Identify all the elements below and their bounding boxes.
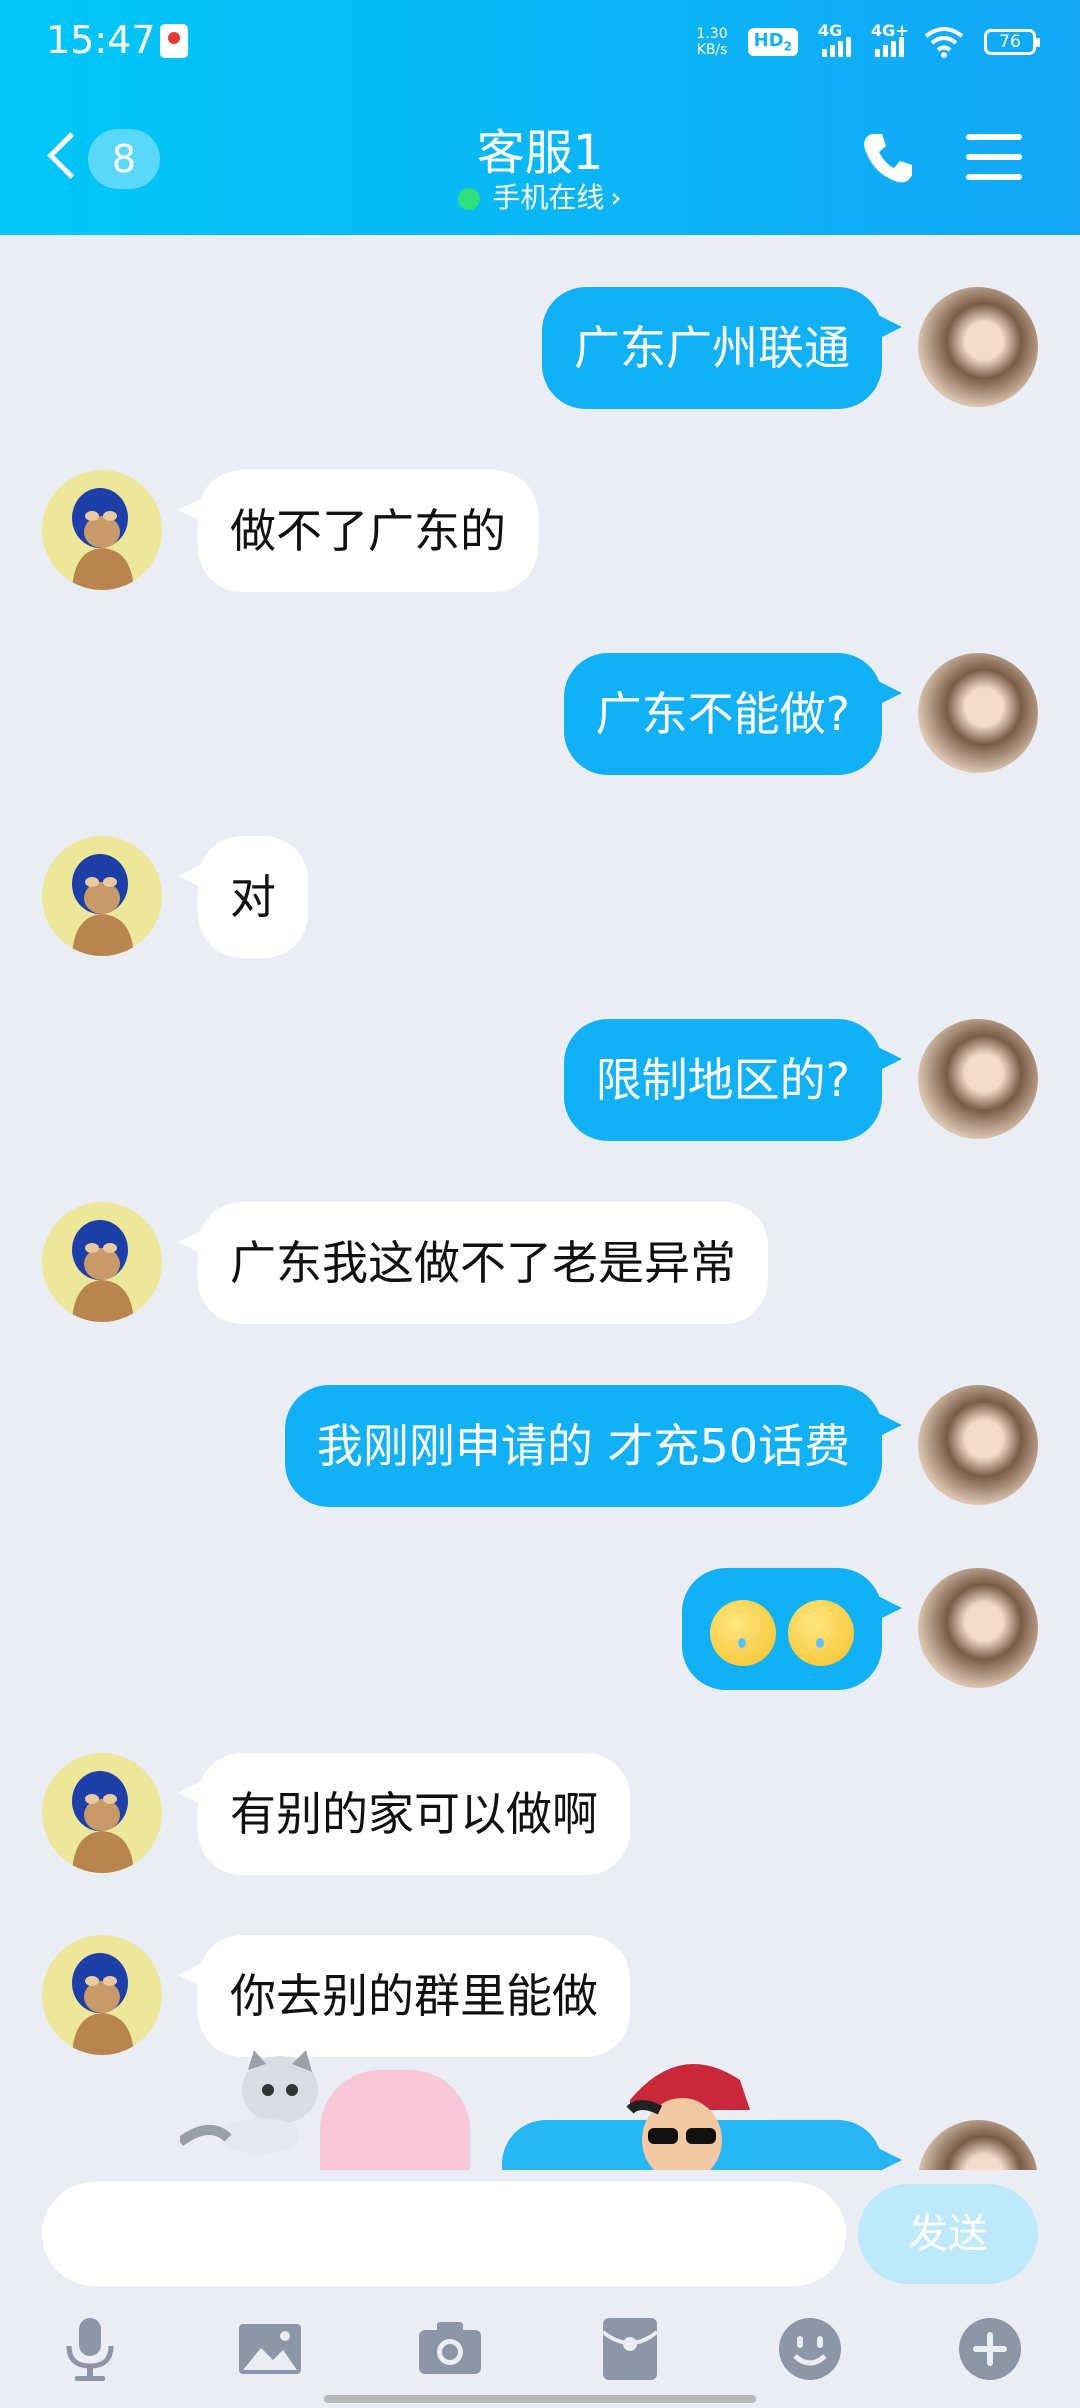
signal-icon-2: 4G+ bbox=[871, 21, 909, 57]
sweat-emoji-icon bbox=[710, 1599, 776, 1666]
user-avatar[interactable] bbox=[918, 653, 1038, 773]
hd-icon: HD2 bbox=[747, 28, 798, 56]
network-speed-unit: KB/s bbox=[696, 42, 728, 58]
ape-avatar-icon bbox=[42, 470, 162, 590]
online-status[interactable]: 手机在线 › bbox=[0, 176, 1080, 216]
agent-avatar[interactable] bbox=[42, 1202, 162, 1322]
menu-icon[interactable] bbox=[966, 132, 1022, 182]
emoji-icon[interactable] bbox=[775, 2314, 845, 2384]
home-indicator[interactable] bbox=[324, 2395, 756, 2403]
user-avatar[interactable] bbox=[918, 1019, 1038, 1139]
message-row: 广东不能做? bbox=[0, 653, 1080, 793]
agent-avatar[interactable] bbox=[42, 1935, 162, 2055]
send-button[interactable]: 发送 bbox=[858, 2184, 1038, 2284]
message-bubble-received[interactable]: 有别的家可以做啊 bbox=[178, 1753, 630, 1875]
message-row: 做不了广东的 bbox=[0, 470, 1080, 610]
message-bubble-received[interactable]: 广东我这做不了老是异常 bbox=[178, 1202, 768, 1324]
message-input[interactable] bbox=[42, 2182, 846, 2286]
boy-sticker-icon bbox=[626, 2064, 750, 2182]
cat-sticker-icon bbox=[180, 2050, 318, 2154]
network-speed: 1.30 KB/s bbox=[696, 26, 727, 58]
phone-icon[interactable] bbox=[858, 128, 918, 188]
sticker-decoration bbox=[180, 2040, 940, 2190]
microphone-icon[interactable] bbox=[55, 2314, 125, 2384]
sweat-emoji-icon bbox=[788, 1599, 854, 1666]
message-bubble-sent[interactable] bbox=[682, 1568, 902, 1690]
agent-avatar[interactable] bbox=[42, 470, 162, 590]
camera-icon[interactable] bbox=[415, 2314, 485, 2384]
plus-icon[interactable] bbox=[955, 2314, 1025, 2384]
message-bubble-sent[interactable]: 限制地区的? bbox=[563, 1019, 903, 1141]
user-avatar[interactable] bbox=[918, 1568, 1038, 1688]
status-bar: 15:47 1.30 KB/s HD2 4G 4G+ 76 bbox=[0, 0, 1080, 80]
status-icons: 1.30 KB/s HD2 4G 4G+ 76 bbox=[696, 20, 1040, 64]
chat-header: 15:47 1.30 KB/s HD2 4G 4G+ 76 8 客服1 手机在线… bbox=[0, 0, 1080, 235]
signal-icon-1: 4G bbox=[818, 21, 851, 57]
signal-1-label: 4G bbox=[818, 21, 843, 40]
online-status-label: 手机在线 bbox=[492, 181, 605, 214]
message-bubble-received[interactable]: 你去别的群里能做 bbox=[178, 1935, 630, 2057]
message-row bbox=[0, 1568, 1080, 1708]
agent-avatar[interactable] bbox=[42, 1753, 162, 1873]
message-row: 限制地区的? bbox=[0, 1019, 1080, 1159]
message-row: 广东广州联通 bbox=[0, 287, 1080, 427]
message-bubble-sent[interactable]: 广东广州联通 bbox=[542, 287, 902, 409]
red-packet-icon[interactable] bbox=[595, 2314, 665, 2384]
message-bubble-received[interactable]: 对 bbox=[178, 836, 308, 958]
chat-area[interactable]: 广东广州联通 做不了广东的 广东不能做? 对 限制地区的? 广东我这做不了老是异… bbox=[0, 235, 1080, 2185]
input-bar: 发送 bbox=[0, 2170, 1080, 2290]
battery-icon: 76 bbox=[984, 29, 1040, 55]
signal-2-label: 4G+ bbox=[871, 21, 909, 40]
ape-avatar-icon bbox=[42, 1753, 162, 1873]
user-avatar[interactable] bbox=[918, 1385, 1038, 1505]
message-row: 对 bbox=[0, 836, 1080, 976]
page-title: 客服1 bbox=[476, 125, 604, 181]
notification-icon bbox=[160, 24, 188, 58]
user-avatar[interactable] bbox=[918, 287, 1038, 407]
network-speed-value: 1.30 bbox=[696, 26, 728, 42]
ape-avatar-icon bbox=[42, 836, 162, 956]
online-dot-icon bbox=[458, 188, 481, 210]
ape-avatar-icon bbox=[42, 1935, 162, 2055]
agent-avatar[interactable] bbox=[42, 836, 162, 956]
message-bubble-sent[interactable]: 广东不能做? bbox=[563, 653, 903, 775]
message-row: 广东我这做不了老是异常 bbox=[0, 1202, 1080, 1342]
message-bubble-sent[interactable]: 我刚刚申请的 才充50话费 bbox=[284, 1385, 903, 1507]
message-row: 有别的家可以做啊 bbox=[0, 1753, 1080, 1893]
message-bubble-received[interactable]: 做不了广东的 bbox=[178, 470, 538, 592]
ape-avatar-icon bbox=[42, 1202, 162, 1322]
hd-sub: 2 bbox=[783, 39, 792, 54]
hd-label: HD bbox=[753, 30, 784, 52]
image-icon[interactable] bbox=[235, 2314, 305, 2384]
chevron-right-icon: › bbox=[610, 181, 622, 214]
message-row: 我刚刚申请的 才充50话费 bbox=[0, 1385, 1080, 1525]
status-time: 15:47 bbox=[46, 18, 156, 62]
wifi-icon bbox=[924, 27, 964, 58]
input-toolbar bbox=[0, 2300, 1080, 2408]
